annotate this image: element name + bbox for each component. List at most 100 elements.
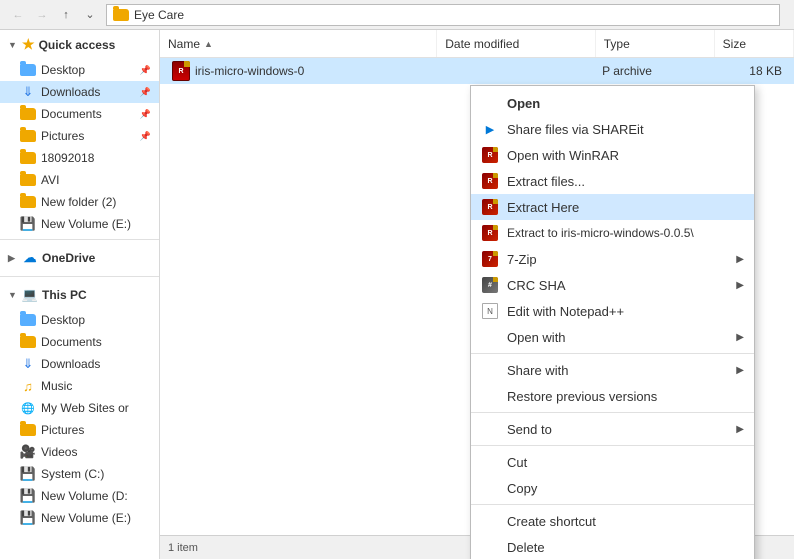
sidebar-item-downloads-quick[interactable]: ⇓ Downloads 📌	[0, 81, 159, 103]
sidebar-item-newvolumee-quick[interactable]: 💾 New Volume (E:)	[0, 213, 159, 235]
sidebar-item-label: Desktop	[41, 63, 85, 77]
back-button[interactable]: ←	[8, 5, 28, 25]
winrar-to-icon: R	[481, 224, 499, 242]
sidebar-item-pictures-quick[interactable]: Pictures 📌	[0, 125, 159, 147]
sidebar-item-system-c[interactable]: 💾 System (C:)	[0, 463, 159, 485]
music-icon: ♫	[20, 378, 36, 394]
file-name-text: iris-micro-windows-0	[195, 64, 304, 78]
sidebar-item-newvolume-e[interactable]: 💾 New Volume (E:)	[0, 507, 159, 529]
title-bar: ← → ↑ ⌄ Eye Care	[0, 0, 794, 30]
sidebar-item-music-thispc[interactable]: ♫ Music	[0, 375, 159, 397]
ctx-extract-files[interactable]: R Extract files...	[471, 168, 754, 194]
content-area: Name ▲ Date modified Type Size R iris-mi…	[160, 30, 794, 559]
ctx-crcsha-label: CRC SHA	[507, 278, 566, 293]
winrar-icon: R	[481, 146, 499, 164]
thispc-header[interactable]: ▼ 💻 This PC	[0, 281, 159, 309]
address-bar[interactable]: Eye Care	[106, 4, 780, 26]
col-name-header[interactable]: Name ▲	[160, 30, 437, 57]
sidebar-item-newfolder2[interactable]: New folder (2)	[0, 191, 159, 213]
sidebar-item-avi[interactable]: AVI	[0, 169, 159, 191]
col-size-header[interactable]: Size	[715, 30, 794, 57]
recent-button[interactable]: ⌄	[80, 5, 100, 25]
sidebar-item-pictures-thispc[interactable]: Pictures	[0, 419, 159, 441]
sidebar-item-label: Downloads	[41, 357, 100, 371]
ctx-share-with[interactable]: Share with	[471, 357, 754, 383]
ctx-create-shortcut-label: Create shortcut	[507, 514, 596, 529]
ctx-7zip-label: 7-Zip	[507, 252, 537, 267]
col-type-label: Type	[604, 37, 630, 51]
table-row[interactable]: R iris-micro-windows-0 P archive 18 KB	[160, 58, 794, 84]
ctx-extract-to-label: Extract to iris-micro-windows-0.0.5\	[507, 226, 694, 240]
sidebar-item-label: New Volume (D:	[41, 489, 128, 503]
sidebar-item-downloads-thispc[interactable]: ⇓ Downloads	[0, 353, 159, 375]
file-type-text: P archive	[602, 64, 652, 78]
col-name-label: Name	[168, 37, 200, 51]
file-name-cell: R iris-micro-windows-0	[164, 61, 438, 81]
ctx-extract-here[interactable]: R Extract Here	[471, 194, 754, 220]
pin-icon: 📌	[140, 131, 151, 142]
col-size-label: Size	[723, 37, 746, 51]
sidebar-item-18092018[interactable]: 18092018	[0, 147, 159, 169]
pin-icon: 📌	[140, 87, 151, 98]
zip-icon: 7	[481, 250, 499, 268]
sidebar-item-documents-quick[interactable]: Documents 📌	[0, 103, 159, 125]
divider	[0, 239, 159, 240]
sidebar-item-videos-thispc[interactable]: 🎥 Videos	[0, 441, 159, 463]
main-container: ▼ ★ Quick access Desktop 📌 ⇓ Downloads 📌…	[0, 30, 794, 559]
ctx-delete-label: Delete	[507, 540, 545, 555]
quick-access-label: Quick access	[39, 38, 116, 52]
ctx-separator-3	[471, 445, 754, 446]
sidebar-item-websitesof[interactable]: 🌐 My Web Sites or	[0, 397, 159, 419]
ctx-separator-2	[471, 412, 754, 413]
ctx-open-winrar[interactable]: R Open with WinRAR	[471, 142, 754, 168]
ctx-shareit[interactable]: ▶ Share files via SHAREit	[471, 116, 754, 142]
ctx-7zip[interactable]: 7 7-Zip	[471, 246, 754, 272]
file-type-cell: P archive	[594, 64, 711, 78]
sidebar-item-newvolume-d[interactable]: 💾 New Volume (D:	[0, 485, 159, 507]
thispc-label: This PC	[42, 288, 87, 302]
ctx-copy-label: Copy	[507, 481, 537, 496]
downloads-icon: ⇓	[20, 356, 36, 372]
sidebar-item-documents-thispc[interactable]: Documents	[0, 331, 159, 353]
up-button[interactable]: ↑	[56, 5, 76, 25]
onedrive-header[interactable]: ▶ ☁ OneDrive	[0, 244, 159, 272]
onedrive-label: OneDrive	[42, 251, 95, 265]
col-date-header[interactable]: Date modified	[437, 30, 596, 57]
sidebar-item-desktop-quick[interactable]: Desktop 📌	[0, 59, 159, 81]
sort-arrow: ▲	[204, 39, 213, 49]
ctx-cut[interactable]: Cut	[471, 449, 754, 475]
col-date-label: Date modified	[445, 37, 519, 51]
sidebar: ▼ ★ Quick access Desktop 📌 ⇓ Downloads 📌…	[0, 30, 160, 559]
desktop-icon	[20, 312, 36, 328]
sidebar-item-label: AVI	[41, 173, 59, 187]
sidebar-item-label: New Volume (E:)	[41, 217, 131, 231]
ctx-extract-to[interactable]: R Extract to iris-micro-windows-0.0.5\	[471, 220, 754, 246]
ctx-open-with[interactable]: Open with	[471, 324, 754, 350]
pictures-icon	[20, 422, 36, 438]
sidebar-item-label: Pictures	[41, 423, 84, 437]
ctx-send-to[interactable]: Send to	[471, 416, 754, 442]
chevron-icon: ▶	[8, 253, 18, 263]
ctx-crcsha[interactable]: # CRC SHA	[471, 272, 754, 298]
ctx-open[interactable]: Open	[471, 90, 754, 116]
ctx-delete[interactable]: Delete	[471, 534, 754, 559]
sidebar-item-label: Videos	[41, 445, 77, 459]
ctx-open-with-label: Open with	[507, 330, 566, 345]
drive-icon: 💾	[20, 466, 36, 482]
ctx-notepad[interactable]: N Edit with Notepad++	[471, 298, 754, 324]
ctx-restore-versions[interactable]: Restore previous versions	[471, 383, 754, 409]
winrar-extract-icon: R	[481, 172, 499, 190]
sidebar-item-label: My Web Sites or	[41, 401, 129, 415]
ctx-create-shortcut[interactable]: Create shortcut	[471, 508, 754, 534]
forward-button[interactable]: →	[32, 5, 52, 25]
ctx-copy[interactable]: Copy	[471, 475, 754, 501]
ctx-extract-here-label: Extract Here	[507, 200, 579, 215]
sidebar-item-desktop-thispc[interactable]: Desktop	[0, 309, 159, 331]
status-text: 1 item	[168, 542, 198, 554]
quick-access-header[interactable]: ▼ ★ Quick access	[0, 30, 159, 59]
folder-icon	[20, 194, 36, 210]
col-type-header[interactable]: Type	[596, 30, 715, 57]
ctx-extract-files-label: Extract files...	[507, 174, 585, 189]
ctx-send-to-label: Send to	[507, 422, 552, 437]
folder-icon	[113, 9, 129, 21]
